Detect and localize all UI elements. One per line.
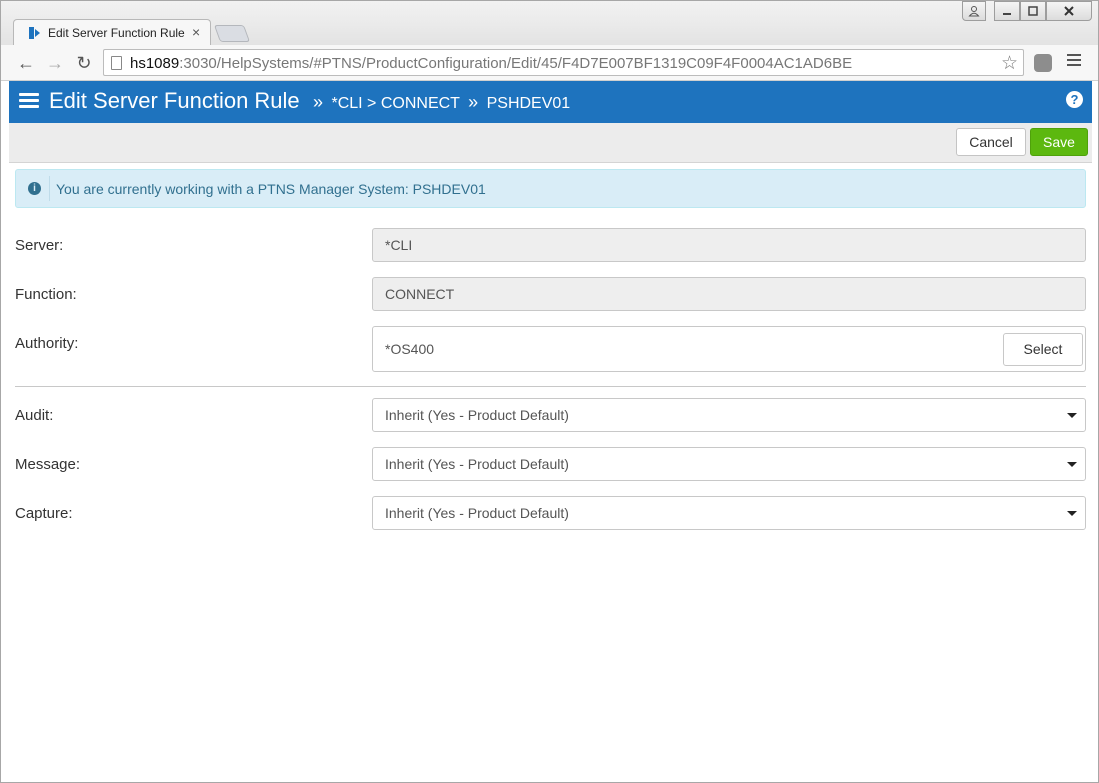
browser-toolbar: ← → ↻ hs1089:3030/HelpSystems/#PTNS/Prod… (1, 45, 1098, 81)
message-label: Message: (15, 456, 81, 473)
cancel-button[interactable]: Cancel (956, 128, 1026, 156)
helpsystems-favicon-icon (29, 27, 40, 39)
url-path: :3030/HelpSystems/#PTNS/ProductConfigura… (179, 55, 853, 72)
title-bar: Edit Server Function Rule × (1, 1, 1098, 46)
browser-tab[interactable]: Edit Server Function Rule × (13, 19, 211, 46)
new-tab-button[interactable] (213, 25, 251, 42)
breadcrumb-system: PSHDEV01 (486, 95, 571, 112)
back-button[interactable]: ← (16, 53, 36, 73)
message-select[interactable]: Inherit (Yes - Product Default) (372, 447, 1086, 481)
dropdown-caret-icon (1067, 511, 1077, 516)
reload-button[interactable]: ↻ (74, 53, 94, 73)
breadcrumb-server: *CLI (331, 95, 363, 112)
minimize-button[interactable] (994, 1, 1020, 21)
action-bar: Cancel Save (9, 123, 1092, 163)
tab-title: Edit Server Function Rule (48, 26, 185, 40)
alert-text: You are currently working with a PTNS Ma… (56, 181, 486, 197)
breadcrumb-arrow: > (367, 95, 377, 112)
capture-select[interactable]: Inherit (Yes - Product Default) (372, 496, 1086, 530)
message-selected-value: Inherit (Yes - Product Default) (385, 456, 569, 472)
breadcrumb-function: CONNECT (380, 95, 460, 112)
close-window-button[interactable] (1046, 1, 1092, 21)
browser-menu-icon[interactable] (1067, 54, 1081, 70)
browser-window: Edit Server Function Rule × ← → ↻ hs1089… (0, 0, 1099, 783)
bookmark-star-icon[interactable]: ☆ (1001, 52, 1018, 75)
address-bar[interactable]: hs1089:3030/HelpSystems/#PTNS/ProductCon… (103, 49, 1024, 76)
page-title: Edit Server Function Rule (49, 88, 300, 113)
audit-selected-value: Inherit (Yes - Product Default) (385, 407, 569, 423)
info-alert: i You are currently working with a PTNS … (15, 169, 1086, 208)
audit-label: Audit: (15, 407, 54, 424)
maximize-button[interactable] (1020, 1, 1046, 21)
page-icon (111, 56, 122, 70)
tab-close-icon[interactable]: × (192, 24, 200, 40)
breadcrumb-separator: » (313, 92, 324, 112)
info-icon: i (28, 182, 41, 195)
capture-selected-value: Inherit (Yes - Product Default) (385, 505, 569, 521)
capture-label: Capture: (15, 505, 73, 522)
authority-field: *OS400 Select (372, 326, 1086, 372)
server-label: Server: (15, 237, 64, 254)
function-label: Function: (15, 286, 77, 303)
authority-value: *OS400 (385, 341, 435, 357)
url-text: hs1089:3030/HelpSystems/#PTNS/ProductCon… (130, 55, 852, 72)
url-host: hs1089 (130, 55, 180, 72)
app-content: Edit Server Function Rule » *CLI > CONNE… (9, 81, 1092, 777)
audit-select[interactable]: Inherit (Yes - Product Default) (372, 398, 1086, 432)
app-header: Edit Server Function Rule » *CLI > CONNE… (9, 81, 1092, 123)
forward-button[interactable]: → (45, 53, 65, 73)
authority-label: Authority: (15, 335, 79, 352)
form-divider (15, 386, 1086, 387)
breadcrumb-separator: » (468, 92, 479, 112)
authority-select-button[interactable]: Select (1003, 333, 1083, 366)
function-field: CONNECT (372, 277, 1086, 311)
breadcrumb: » *CLI > CONNECT » PSHDEV01 (309, 92, 570, 113)
save-button[interactable]: Save (1030, 128, 1088, 156)
alert-divider (49, 176, 50, 201)
dropdown-caret-icon (1067, 413, 1077, 418)
hamburger-menu-icon[interactable] (19, 93, 39, 109)
help-icon[interactable]: ? (1066, 91, 1083, 108)
extension-icon[interactable] (1034, 54, 1052, 72)
server-field: *CLI (372, 228, 1086, 262)
user-profile-icon[interactable] (962, 1, 986, 21)
dropdown-caret-icon (1067, 462, 1077, 467)
